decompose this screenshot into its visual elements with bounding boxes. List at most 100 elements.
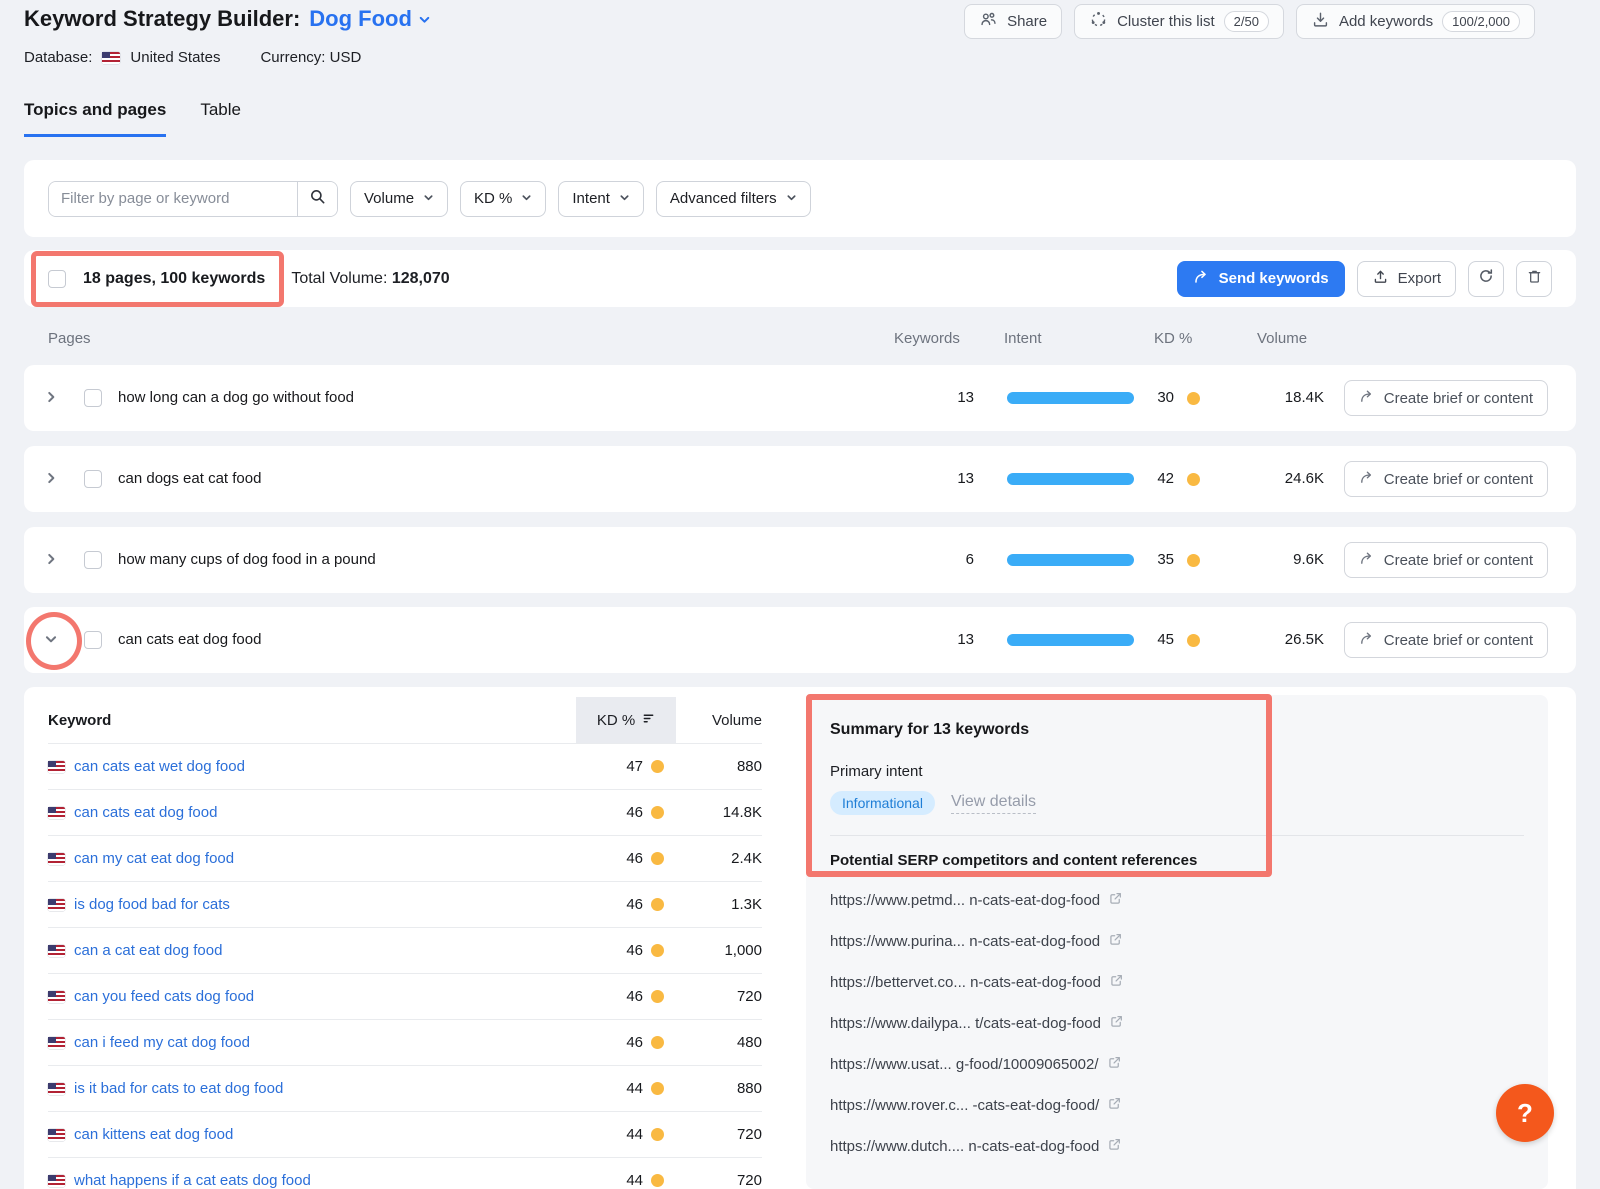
page-label[interactable]: how many cups of dog food in a pound bbox=[118, 527, 376, 593]
keyword-link[interactable]: can kittens eat dog food bbox=[74, 1126, 233, 1143]
create-brief-button[interactable]: Create brief or content bbox=[1344, 542, 1548, 578]
us-flag-icon bbox=[48, 807, 65, 819]
export-label: Export bbox=[1398, 270, 1441, 287]
pages-table-header: Pages Keywords Intent KD % Volume bbox=[24, 325, 1576, 355]
serp-url[interactable]: https://www.dutch.... n-cats-eat-dog-foo… bbox=[830, 1138, 1099, 1155]
kd-difficulty-dot bbox=[651, 806, 664, 819]
view-details-link[interactable]: View details bbox=[951, 793, 1036, 814]
send-keywords-button[interactable]: Send keywords bbox=[1177, 261, 1345, 297]
kd-difficulty-dot bbox=[1187, 473, 1200, 486]
kd-difficulty-dot bbox=[1187, 392, 1200, 405]
us-flag-icon bbox=[48, 1037, 65, 1049]
create-brief-label: Create brief or content bbox=[1384, 471, 1533, 488]
intent-badge-informational: Informational bbox=[830, 791, 935, 815]
kd-difficulty-dot bbox=[651, 852, 664, 865]
row-checkbox[interactable] bbox=[84, 631, 102, 649]
keyword-row: can my cat eat dog food 46 2.4K bbox=[48, 835, 762, 881]
kd-difficulty-dot bbox=[1187, 554, 1200, 567]
external-link-icon[interactable] bbox=[1108, 932, 1123, 951]
delete-button[interactable] bbox=[1516, 261, 1552, 297]
row-checkbox[interactable] bbox=[84, 551, 102, 569]
export-button[interactable]: Export bbox=[1357, 261, 1456, 297]
keyword-row: can i feed my cat dog food 46 480 bbox=[48, 1019, 762, 1065]
volume-value: 1,000 bbox=[676, 942, 762, 959]
selection-actions: Send keywords Export bbox=[1177, 261, 1552, 297]
kd-value: 46 bbox=[626, 942, 643, 959]
tab-topics-and-pages[interactable]: Topics and pages bbox=[24, 100, 166, 137]
create-brief-button[interactable]: Create brief or content bbox=[1344, 380, 1548, 416]
expand-chevron-icon[interactable] bbox=[44, 390, 58, 409]
page-row: how many cups of dog food in a pound 6 3… bbox=[24, 527, 1576, 593]
page-label[interactable]: can cats eat dog food bbox=[118, 607, 261, 673]
row-checkbox[interactable] bbox=[84, 389, 102, 407]
serp-url[interactable]: https://www.usat... g-food/10009065002/ bbox=[830, 1056, 1099, 1073]
volume-value: 720 bbox=[676, 988, 762, 1005]
serp-url[interactable]: https://www.petmd... n-cats-eat-dog-food bbox=[830, 892, 1100, 909]
us-flag-icon bbox=[48, 1083, 65, 1095]
external-link-icon[interactable] bbox=[1107, 1096, 1122, 1115]
serp-url[interactable]: https://bettervet.co... n-cats-eat-dog-f… bbox=[830, 974, 1101, 991]
advanced-filters-dropdown[interactable]: Advanced filters bbox=[656, 181, 811, 217]
keyword-row: what happens if a cat eats dog food 44 7… bbox=[48, 1157, 762, 1189]
expand-chevron-icon[interactable] bbox=[44, 552, 58, 571]
add-keywords-button[interactable]: Add keywords 100/2,000 bbox=[1296, 4, 1535, 39]
page-row: can dogs eat cat food 13 42 24.6K Create… bbox=[24, 446, 1576, 512]
intent-filter-dropdown[interactable]: Intent bbox=[558, 181, 644, 217]
search-button[interactable] bbox=[297, 182, 337, 216]
search-input[interactable] bbox=[49, 182, 297, 216]
kd-difficulty-dot bbox=[651, 1128, 664, 1141]
create-brief-button[interactable]: Create brief or content bbox=[1344, 461, 1548, 497]
tab-table[interactable]: Table bbox=[200, 100, 241, 137]
row-checkbox[interactable] bbox=[84, 470, 102, 488]
keyword-link[interactable]: is it bad for cats to eat dog food bbox=[74, 1080, 283, 1097]
volume-value: 880 bbox=[676, 758, 762, 775]
kd-difficulty-dot bbox=[651, 1082, 664, 1095]
volume-filter-dropdown[interactable]: Volume bbox=[350, 181, 448, 217]
kd-value: 46 bbox=[626, 988, 643, 1005]
select-all-checkbox[interactable] bbox=[48, 270, 66, 288]
intent-filter-label: Intent bbox=[572, 190, 610, 207]
keyword-link[interactable]: can i feed my cat dog food bbox=[74, 1034, 250, 1051]
keyword-link[interactable]: can you feed cats dog food bbox=[74, 988, 254, 1005]
expand-chevron-icon[interactable] bbox=[44, 471, 58, 490]
kd-difficulty-dot bbox=[651, 898, 664, 911]
share-button[interactable]: Share bbox=[964, 4, 1062, 39]
cluster-count-badge: 2/50 bbox=[1224, 11, 1269, 32]
cluster-icon bbox=[1089, 10, 1108, 33]
serp-url[interactable]: https://www.dailypa... t/cats-eat-dog-fo… bbox=[830, 1015, 1101, 1032]
page-label[interactable]: how long can a dog go without food bbox=[118, 365, 354, 431]
create-brief-button[interactable]: Create brief or content bbox=[1344, 622, 1548, 658]
collapse-chevron-icon[interactable] bbox=[44, 632, 58, 651]
external-link-icon[interactable] bbox=[1109, 973, 1124, 992]
kd-value: 44 bbox=[626, 1080, 643, 1097]
serp-url[interactable]: https://www.purina... n-cats-eat-dog-foo… bbox=[830, 933, 1100, 950]
kd-filter-dropdown[interactable]: KD % bbox=[460, 181, 546, 217]
external-link-icon[interactable] bbox=[1107, 1055, 1122, 1074]
advanced-filters-label: Advanced filters bbox=[670, 190, 777, 207]
keyword-link[interactable]: can my cat eat dog food bbox=[74, 850, 234, 867]
kd-difficulty-dot bbox=[651, 1174, 664, 1187]
list-name-dropdown[interactable]: Dog Food bbox=[309, 6, 431, 32]
primary-intent-label: Primary intent bbox=[830, 763, 1524, 780]
serp-url[interactable]: https://www.rover.c... -cats-eat-dog-foo… bbox=[830, 1097, 1099, 1114]
keyword-link[interactable]: can a cat eat dog food bbox=[74, 942, 222, 959]
help-button[interactable]: ? bbox=[1496, 1084, 1554, 1142]
volume-filter-label: Volume bbox=[364, 190, 414, 207]
keyword-link[interactable]: can cats eat wet dog food bbox=[74, 758, 245, 775]
create-brief-label: Create brief or content bbox=[1384, 552, 1533, 569]
external-link-icon[interactable] bbox=[1107, 1137, 1122, 1156]
col-kd-sorted[interactable]: KD % bbox=[576, 697, 676, 743]
list-name: Dog Food bbox=[309, 6, 412, 32]
keyword-link[interactable]: is dog food bad for cats bbox=[74, 896, 230, 913]
keyword-link[interactable]: can cats eat dog food bbox=[74, 804, 217, 821]
external-link-icon[interactable] bbox=[1109, 1014, 1124, 1033]
volume-value: 9.6K bbox=[1244, 527, 1324, 593]
page-label[interactable]: can dogs eat cat food bbox=[118, 446, 261, 512]
keyword-link[interactable]: what happens if a cat eats dog food bbox=[74, 1172, 311, 1189]
refresh-button[interactable] bbox=[1468, 261, 1504, 297]
forward-arrow-icon bbox=[1359, 630, 1375, 650]
kd-value: 44 bbox=[626, 1126, 643, 1143]
external-link-icon[interactable] bbox=[1108, 891, 1123, 910]
cluster-list-button[interactable]: Cluster this list 2/50 bbox=[1074, 4, 1284, 39]
add-keywords-count-badge: 100/2,000 bbox=[1442, 11, 1520, 32]
